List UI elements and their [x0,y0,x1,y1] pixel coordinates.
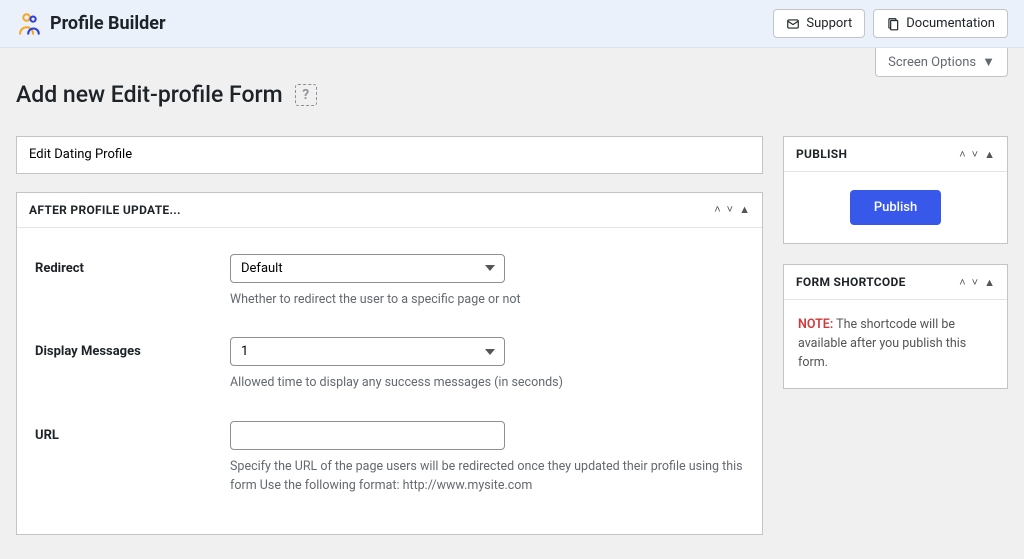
panel-collapse-icon[interactable]: ▲ [984,149,995,160]
page-title-row: Add new Edit-profile Form ? [16,81,1008,108]
documentation-button[interactable]: Documentation [873,9,1008,38]
form-title-input[interactable] [16,136,763,174]
panel-move-up-icon[interactable]: ˄ [959,277,965,288]
doc-icon [886,17,900,31]
panel-controls: ˄ ˅ ▲ [959,149,995,160]
shortcode-note: NOTE: The shortcode will be available af… [784,300,1007,388]
display-messages-select[interactable]: 1 [230,337,505,366]
screen-options-button[interactable]: Screen Options ▼ [875,48,1008,77]
page-title: Add new Edit-profile Form [16,81,283,108]
shortcode-panel-title: FORM SHORTCODE [796,275,906,289]
panel-collapse-icon[interactable]: ▲ [739,204,750,215]
panel-collapse-icon[interactable]: ▲ [984,277,995,288]
publish-panel-header: PUBLISH ˄ ˅ ▲ [784,137,1007,172]
panel-move-up-icon[interactable]: ˄ [959,149,965,160]
redirect-label: Redirect [35,254,230,276]
redirect-select[interactable]: Default [230,254,505,283]
top-bar-actions: Support Documentation [773,9,1008,38]
publish-button[interactable]: Publish [850,190,941,225]
after-update-panel-title: AFTER PROFILE UPDATE... [29,203,181,217]
url-desc: Specify the URL of the page users will b… [230,458,744,496]
after-update-panel-header: AFTER PROFILE UPDATE... ˄ ˅ ▲ [17,193,762,228]
shortcode-panel: FORM SHORTCODE ˄ ˅ ▲ NOTE: The shortcode… [783,264,1008,389]
shortcode-panel-header: FORM SHORTCODE ˄ ˅ ▲ [784,265,1007,300]
redirect-desc: Whether to redirect the user to a specif… [230,291,744,310]
help-icon[interactable]: ? [295,84,317,106]
panel-move-up-icon[interactable]: ˄ [714,204,720,215]
panel-controls: ˄ ˅ ▲ [714,204,750,215]
brand-name: Profile Builder [50,13,166,34]
url-input[interactable] [230,421,505,450]
display-messages-label: Display Messages [35,337,230,359]
top-bar: Profile Builder Support Documentation [0,0,1024,48]
mail-icon [786,17,800,31]
brand-logo-icon [16,11,42,37]
panel-controls: ˄ ˅ ▲ [959,277,995,288]
after-update-panel: AFTER PROFILE UPDATE... ˄ ˅ ▲ Redirect [16,192,763,535]
chevron-down-icon: ▼ [982,54,995,70]
publish-panel: PUBLISH ˄ ˅ ▲ Publish [783,136,1008,244]
brand: Profile Builder [16,11,166,37]
panel-move-down-icon[interactable]: ˅ [727,204,733,215]
display-messages-desc: Allowed time to display any success mess… [230,374,744,393]
panel-move-down-icon[interactable]: ˅ [972,277,978,288]
panel-move-down-icon[interactable]: ˅ [972,149,978,160]
publish-panel-title: PUBLISH [796,147,847,161]
shortcode-note-label: NOTE: [798,317,833,332]
screen-options-label: Screen Options [888,55,976,70]
documentation-label: Documentation [906,16,995,31]
support-label: Support [806,16,852,31]
support-button[interactable]: Support [773,9,865,38]
url-label: URL [35,421,230,443]
